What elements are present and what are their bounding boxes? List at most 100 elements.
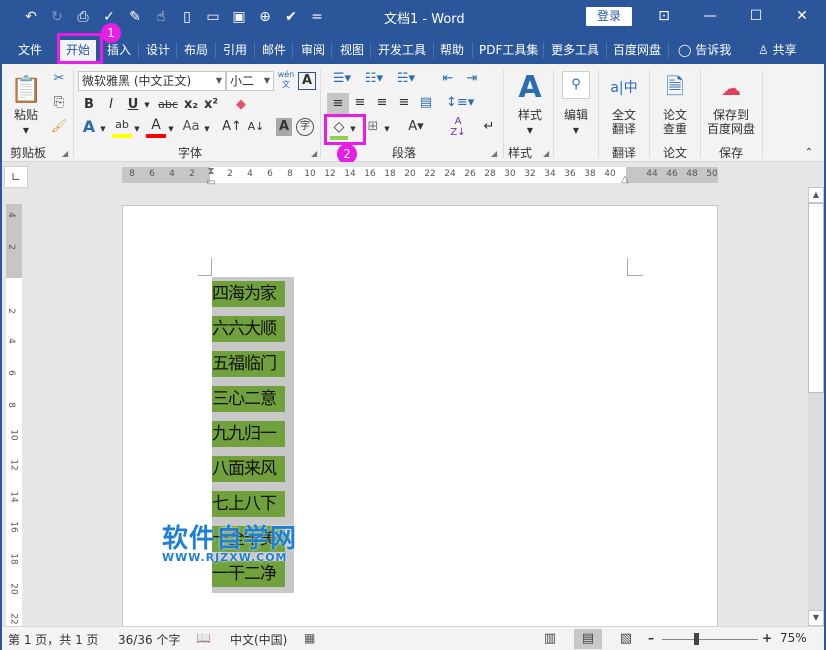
right-indent-marker[interactable]: △ xyxy=(621,174,631,185)
text-line[interactable]: 五福临门 xyxy=(212,351,285,377)
text-line[interactable]: 四海为家 xyxy=(212,281,285,307)
full-translate-button[interactable]: 全文 翻译 xyxy=(604,108,644,136)
highlight-dropdown-icon[interactable]: ▼ xyxy=(132,120,142,138)
paper-check-icon[interactable]: 🗎 xyxy=(660,72,690,104)
styles-dropdown-icon[interactable]: ▼ xyxy=(524,122,536,140)
web-layout-icon[interactable]: ▧ xyxy=(612,629,640,649)
text-effects-button[interactable]: A xyxy=(80,118,98,136)
increase-indent-button[interactable]: ⇥ xyxy=(462,70,482,88)
tab-more-tools[interactable]: 更多工具 xyxy=(545,40,605,62)
save-icon[interactable]: ▣ xyxy=(226,6,252,28)
tab-view[interactable]: 视图 xyxy=(334,40,370,62)
multilevel-list-button[interactable]: ☵▾ xyxy=(394,70,418,88)
tab-selector-button[interactable]: ∟ xyxy=(4,166,28,188)
undo-icon[interactable]: ↶ xyxy=(18,6,44,28)
vertical-scrollbar[interactable]: ▲ ▼ xyxy=(808,187,824,626)
underline-dropdown-icon[interactable]: ▼ xyxy=(142,96,152,114)
new-document-icon[interactable]: ▯ xyxy=(174,6,200,28)
tab-pdf-tools[interactable]: PDF工具集 xyxy=(473,40,544,62)
char-border-icon[interactable]: A xyxy=(298,72,316,90)
clear-formatting-icon[interactable]: ◆ xyxy=(232,96,250,114)
print-preview-icon[interactable]: ⎙ xyxy=(70,6,96,28)
word-count[interactable]: 36/36 个字 xyxy=(118,631,180,648)
grow-font-button[interactable]: A↑ xyxy=(222,118,242,136)
bold-button[interactable]: B xyxy=(80,96,98,114)
text-line[interactable]: 六六大顺 xyxy=(212,316,285,342)
font-color-button[interactable]: A xyxy=(146,116,166,138)
text-line[interactable]: 七上八下 xyxy=(212,491,285,517)
share-button[interactable]: ♙ 共享 xyxy=(752,40,803,62)
distributed-button[interactable]: ▤ xyxy=(416,94,436,112)
zoom-in-button[interactable]: + xyxy=(762,631,772,645)
check-icon[interactable]: ✔ xyxy=(278,6,304,28)
align-left-button[interactable]: ≡ xyxy=(327,93,349,115)
minimize-button[interactable]: — xyxy=(690,5,730,27)
text-line[interactable]: 三心二意 xyxy=(212,386,285,412)
font-size-select[interactable]: 小二 ▼ xyxy=(226,71,274,91)
paste-icon[interactable]: 📋 xyxy=(10,72,42,108)
tab-insert[interactable]: 插入 xyxy=(101,40,137,62)
decrease-indent-button[interactable]: ⇤ xyxy=(438,70,458,88)
language-status[interactable]: 中文(中国) xyxy=(230,631,287,648)
draw-table-icon[interactable]: ✎ xyxy=(122,6,148,28)
copy-icon[interactable]: ⎘ xyxy=(50,94,68,112)
text-line[interactable]: 一干二净 xyxy=(212,561,285,587)
text-line[interactable]: 九九归一 xyxy=(212,421,285,447)
touch-mode-icon[interactable]: ☝ xyxy=(148,6,174,28)
zoom-level[interactable]: 75% xyxy=(780,631,807,645)
format-painter-icon[interactable]: 🖌 xyxy=(50,118,68,136)
attach-icon[interactable]: ⊕ xyxy=(252,6,278,28)
tab-mailings[interactable]: 邮件 xyxy=(256,40,292,62)
strikethrough-button[interactable]: abc xyxy=(156,96,180,114)
close-button[interactable]: ✕ xyxy=(782,5,822,27)
show-marks-button[interactable]: ↵ xyxy=(480,118,498,136)
italic-button[interactable]: I xyxy=(102,96,120,114)
editing-dropdown-icon[interactable]: ▼ xyxy=(570,122,582,140)
customize-qat-icon[interactable]: = xyxy=(304,6,330,28)
text-line[interactable]: 八面来风 xyxy=(212,456,285,482)
paste-button[interactable]: 粘贴 xyxy=(10,108,42,122)
open-icon[interactable]: ▭ xyxy=(200,6,226,28)
tab-developer[interactable]: 开发工具 xyxy=(372,40,432,62)
change-case-dropdown-icon[interactable]: ▼ xyxy=(202,120,212,138)
underline-button[interactable]: U xyxy=(124,96,142,114)
print-layout-icon[interactable]: ▤ xyxy=(574,629,602,649)
ribbon-display-icon[interactable]: ⊡ xyxy=(644,5,684,27)
tab-file[interactable]: 文件 xyxy=(12,40,48,62)
save-to-baidu-button[interactable]: 保存到 百度网盘 xyxy=(702,108,760,136)
translate-icon[interactable]: a|中 xyxy=(608,72,640,104)
phonetic-guide-icon[interactable]: wén 文 xyxy=(276,70,296,90)
cut-icon[interactable]: ✂ xyxy=(50,70,68,88)
login-button[interactable]: 登录 xyxy=(586,7,632,26)
asian-layout-button[interactable]: A▾ xyxy=(402,118,430,136)
change-case-button[interactable]: Aa xyxy=(180,118,202,136)
zoom-slider[interactable] xyxy=(662,639,758,640)
align-right-button[interactable]: ≡ xyxy=(372,94,392,112)
styles-button[interactable]: 样式 xyxy=(510,108,550,122)
tab-help[interactable]: 帮助 xyxy=(434,40,470,62)
scroll-up-icon[interactable]: ▲ xyxy=(808,187,824,203)
sort-button[interactable]: A Z↓ xyxy=(448,116,468,138)
indent-marker[interactable]: ⧗ ▭ xyxy=(205,166,217,188)
maximize-button[interactable]: ☐ xyxy=(736,5,776,27)
macro-icon[interactable]: ▦ xyxy=(304,631,315,645)
subscript-button[interactable]: x₂ xyxy=(182,96,200,114)
page-count[interactable]: 第 1 页，共 1 页 xyxy=(8,631,99,648)
tab-baidu-pan[interactable]: 百度网盘 xyxy=(607,40,667,62)
line-spacing-button[interactable]: ↕≡▾ xyxy=(446,94,474,112)
baidu-cloud-icon[interactable]: ☁ xyxy=(716,74,746,102)
font-launcher-icon[interactable]: ◢ xyxy=(311,149,317,158)
paragraph-launcher-icon[interactable]: ◢ xyxy=(491,149,497,158)
enclose-char-button[interactable]: 字 xyxy=(296,118,314,136)
paper-check-button[interactable]: 论文 查重 xyxy=(655,108,695,136)
shrink-font-button[interactable]: A↓ xyxy=(246,118,266,136)
highlight-color-button[interactable]: ab xyxy=(112,116,132,138)
paste-dropdown-icon[interactable]: ▼ xyxy=(20,122,32,140)
editing-button[interactable]: 编辑 xyxy=(558,108,594,122)
tell-me-button[interactable]: ◯ 告诉我 xyxy=(672,40,737,62)
search-icon[interactable]: ⚲ xyxy=(562,71,590,99)
redo-icon[interactable]: ↻ xyxy=(44,6,70,28)
bullets-button[interactable]: ☰▾ xyxy=(330,70,354,88)
scroll-down-icon[interactable]: ▼ xyxy=(808,610,824,626)
collapse-ribbon-icon[interactable]: ⌃ xyxy=(802,144,816,162)
